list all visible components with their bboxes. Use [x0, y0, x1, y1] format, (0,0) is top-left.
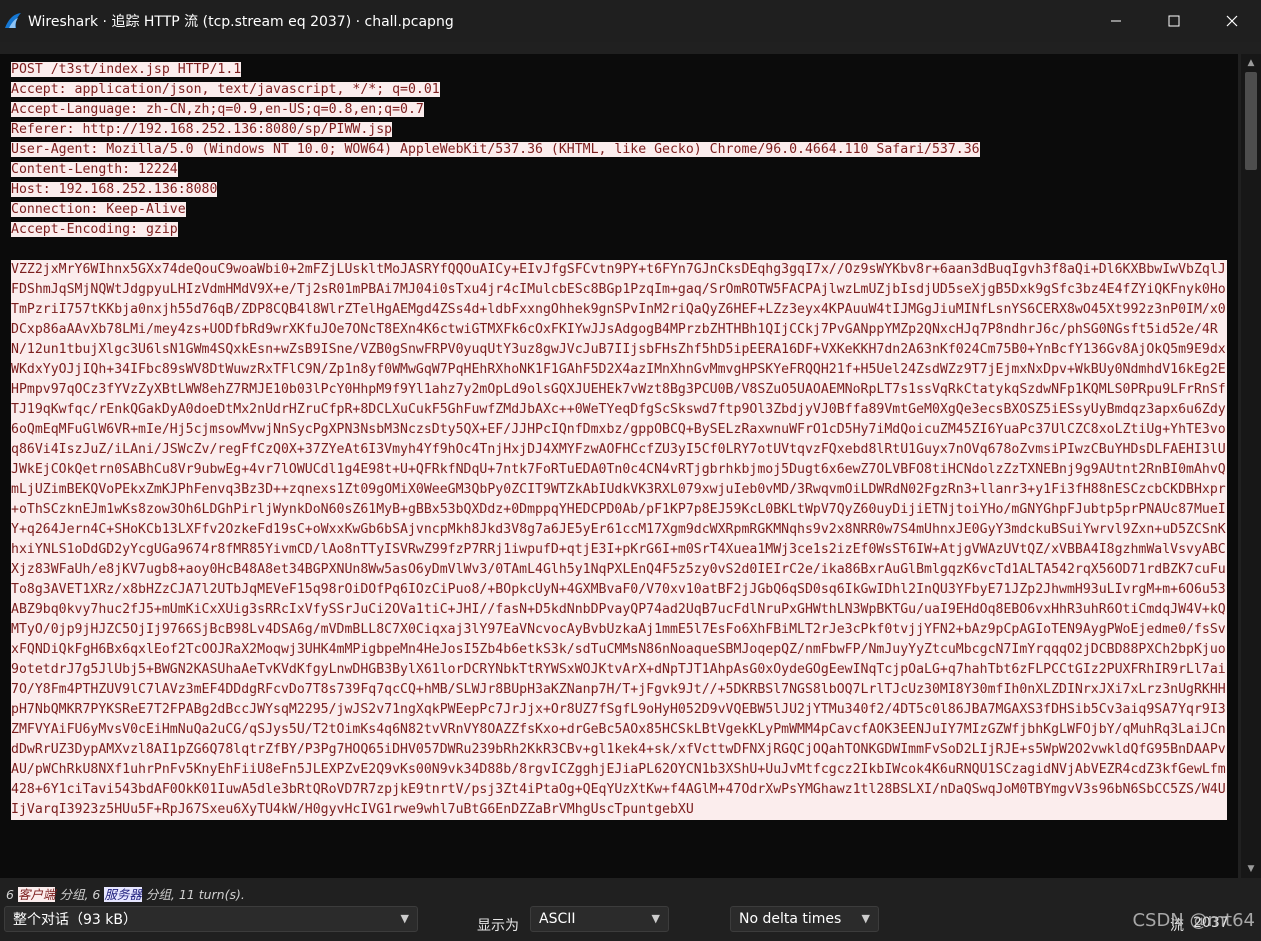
conversation-select-value: 整个对话（93 kB） — [13, 912, 137, 928]
chevron-down-icon: ▼ — [861, 912, 870, 925]
request-header-line: Host: 192.168.252.136:8080 — [11, 182, 218, 197]
scroll-down-arrow-icon[interactable]: ▼ — [1241, 862, 1261, 876]
vertical-scrollbar[interactable]: ▲ ▼ — [1241, 54, 1261, 878]
minimize-button[interactable] — [1087, 0, 1145, 42]
maximize-icon — [1168, 15, 1180, 27]
chevron-down-icon: ▼ — [651, 912, 660, 925]
server-legend: 服务器 — [104, 887, 142, 902]
conversation-select[interactable]: 整个对话（93 kB） ▼ — [4, 906, 418, 932]
request-header-line: Content-Length: 12224 — [11, 162, 178, 177]
close-icon — [1226, 15, 1238, 27]
request-body: VZZ2jxMrY6WIhnx5GXx74deQouC9woaWbi0+2mFZ… — [11, 260, 1227, 820]
minimize-icon — [1111, 20, 1121, 22]
request-header-line: Accept-Language: zh-CN,zh;q=0.9,en-US;q=… — [11, 102, 424, 117]
packet-summary: 6 客户端 分组, 6 服务器 分组, 11 turn(s). — [6, 884, 245, 903]
server-suffix: 分组, — [145, 887, 175, 902]
request-header-line: Accept-Encoding: gzip — [11, 222, 178, 237]
csdn-watermark: CSDN @mt64 — [1132, 910, 1255, 931]
title-bar: Wireshark · 追踪 HTTP 流 (tcp.stream eq 203… — [0, 0, 1261, 42]
bottom-controls: 整个对话（93 kB） ▼ 显示为 ASCII ▼ No delta times… — [0, 906, 1261, 941]
turns-count: 11 turn(s). — [178, 887, 245, 902]
scrollbar-thumb[interactable] — [1245, 72, 1257, 170]
maximize-button[interactable] — [1145, 0, 1203, 42]
client-suffix: 分组, — [59, 887, 89, 902]
delta-times-select-value: No delta times — [739, 911, 842, 927]
request-header-line: Accept: application/json, text/javascrip… — [11, 82, 440, 97]
request-header-line: Connection: Keep-Alive — [11, 202, 186, 217]
show-as-select[interactable]: ASCII ▼ — [530, 906, 669, 932]
window-controls — [1087, 0, 1261, 42]
window-title: Wireshark · 追踪 HTTP 流 (tcp.stream eq 203… — [28, 14, 454, 30]
request-header-line: Referer: http://192.168.252.136:8080/sp/… — [11, 122, 393, 137]
scroll-up-arrow-icon[interactable]: ▲ — [1241, 56, 1261, 70]
request-header-line: User-Agent: Mozilla/5.0 (Windows NT 10.0… — [11, 142, 980, 157]
client-packet-count: 6 — [6, 887, 14, 902]
client-legend: 客户端 — [17, 887, 56, 902]
show-as-select-value: ASCII — [539, 911, 576, 927]
request-header-line: POST /t3st/index.jsp HTTP/1.1 — [11, 62, 242, 77]
close-button[interactable] — [1203, 0, 1261, 42]
wireshark-fin-icon — [5, 13, 21, 28]
stream-content: POST /t3st/index.jsp HTTP/1.1 Accept: ap… — [11, 60, 1227, 820]
server-packet-count: 6 — [92, 887, 101, 902]
delta-times-select[interactable]: No delta times ▼ — [730, 906, 879, 932]
stream-text-view[interactable]: POST /t3st/index.jsp HTTP/1.1 Accept: ap… — [0, 54, 1238, 878]
show-as-label: 显示为 — [477, 918, 519, 934]
chevron-down-icon: ▼ — [400, 912, 409, 925]
